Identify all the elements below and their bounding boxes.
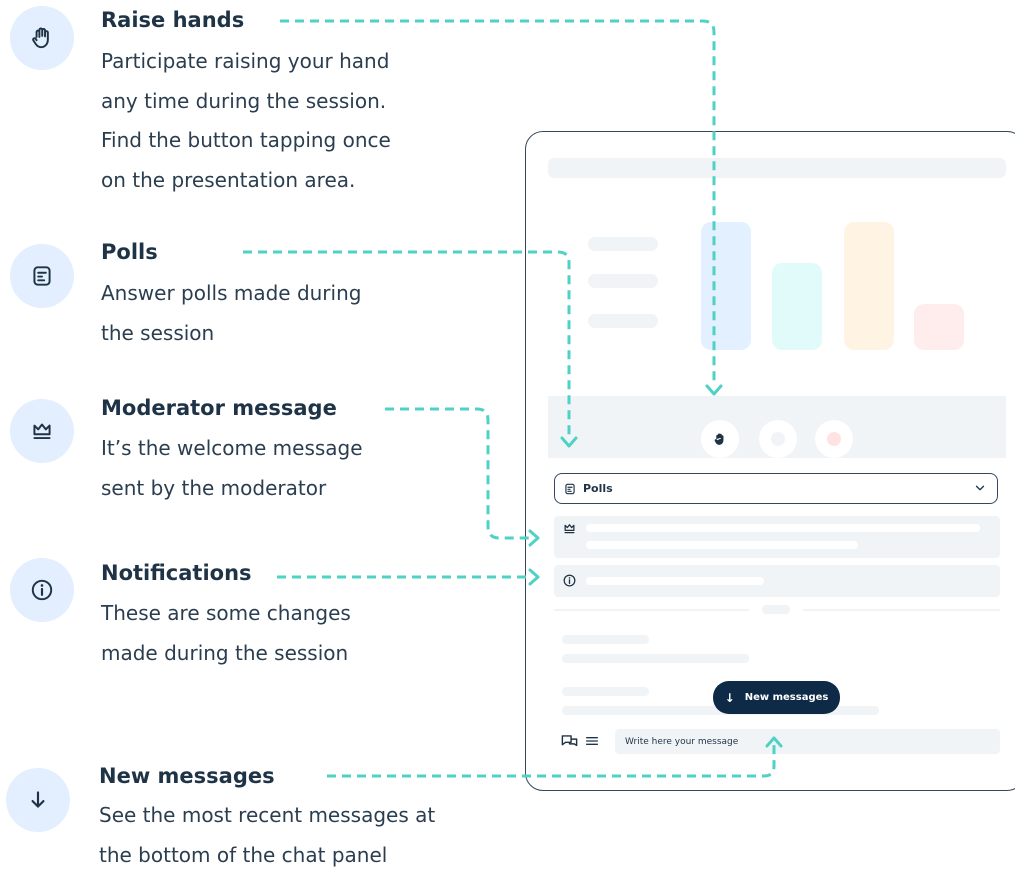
raise-hand-button[interactable]	[701, 420, 739, 458]
moderator-message-card	[554, 516, 1000, 558]
chart-bar-cyan	[772, 263, 822, 350]
control-button[interactable]	[759, 420, 797, 458]
dot-icon	[771, 432, 785, 446]
moderator-message-title: Moderator message	[101, 396, 337, 420]
raised-hand-icon	[29, 25, 55, 51]
text-placeholder	[588, 237, 658, 251]
divider	[554, 609, 749, 611]
text-placeholder	[588, 274, 658, 288]
poll-icon	[563, 482, 577, 496]
text-placeholder	[588, 314, 658, 328]
info-icon	[562, 573, 577, 588]
chart-bar-blue	[701, 222, 751, 350]
date-placeholder	[762, 605, 790, 614]
chevron-down-icon	[973, 481, 987, 495]
new-messages-label: New messages	[745, 692, 829, 703]
raise-hands-description: Participate raising your hand any time d…	[101, 42, 391, 200]
chart-bar-orange	[844, 222, 894, 350]
raise-hands-title: Raise hands	[101, 8, 244, 32]
notifications-title: Notifications	[101, 561, 252, 585]
header-placeholder	[548, 158, 1006, 178]
message-input-placeholder: Write here your message	[625, 737, 738, 747]
polls-description: Answer polls made during the session	[101, 274, 361, 353]
notifications-description: These are some changes made during the s…	[101, 594, 351, 673]
moderator-message-connector	[385, 409, 530, 538]
description-line: sent by the moderator	[101, 469, 363, 509]
chat-icon[interactable]	[560, 732, 579, 751]
new-messages-description: See the most recent messages at the bott…	[99, 796, 435, 875]
menu-icon[interactable]	[584, 733, 600, 749]
info-icon	[29, 577, 55, 603]
hand-icon	[712, 431, 728, 447]
polls-dropdown[interactable]: Polls	[554, 473, 998, 504]
description-line: on the presentation area.	[101, 161, 391, 201]
text-placeholder	[586, 524, 980, 532]
control-button[interactable]	[815, 420, 853, 458]
description-line: made during the session	[101, 634, 351, 674]
description-line: any time during the session.	[101, 82, 391, 122]
crown-icon	[29, 418, 55, 444]
notification-card	[554, 565, 1000, 597]
new-messages-title: New messages	[99, 764, 275, 788]
moderator-message-icon-circle	[10, 399, 74, 463]
description-line: the session	[101, 314, 361, 354]
chart-bar-red	[914, 304, 964, 350]
phone-mockup: Polls ↓ New messages	[525, 131, 1015, 791]
description-line: See the most recent messages at	[99, 796, 435, 836]
description-line: Find the button tapping once	[101, 121, 391, 161]
dot-icon	[827, 432, 841, 446]
message-placeholder	[562, 654, 749, 663]
notifications-icon-circle	[10, 558, 74, 622]
polls-title: Polls	[101, 240, 158, 264]
poll-icon	[29, 263, 55, 289]
message-placeholder	[562, 687, 649, 696]
raise-hands-icon-circle	[10, 6, 74, 70]
arrow-down-icon: ↓	[725, 691, 735, 705]
description-line: Participate raising your hand	[101, 42, 391, 82]
description-line: It’s the welcome message	[101, 429, 363, 469]
text-placeholder	[586, 541, 858, 549]
text-placeholder	[586, 577, 764, 585]
polls-icon-circle	[10, 244, 74, 308]
arrow-down-icon	[25, 787, 51, 813]
message-input[interactable]: Write here your message	[615, 729, 1000, 754]
crown-icon	[562, 521, 577, 536]
description-line: These are some changes	[101, 594, 351, 634]
dropdown-label: Polls	[583, 482, 613, 495]
divider	[803, 609, 1000, 611]
description-line: Answer polls made during	[101, 274, 361, 314]
moderator-message-description: It’s the welcome message sent by the mod…	[101, 429, 363, 508]
description-line: the bottom of the chat panel	[99, 836, 435, 875]
new-messages-button[interactable]: ↓ New messages	[713, 681, 840, 714]
message-placeholder	[562, 635, 649, 644]
new-messages-icon-circle	[6, 768, 70, 832]
